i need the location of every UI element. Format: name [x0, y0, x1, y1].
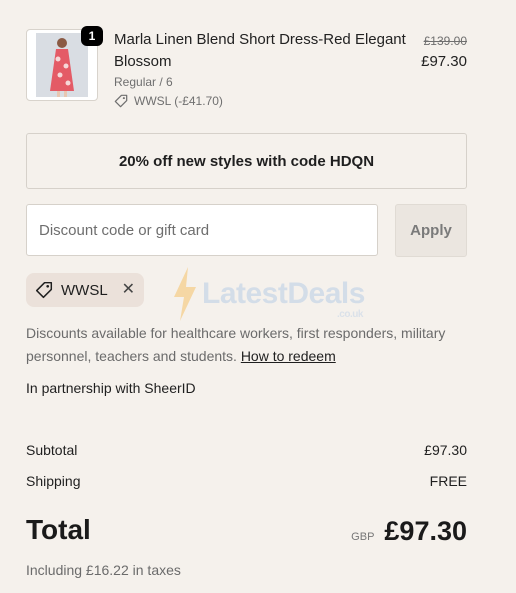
partnership-text: In partnership with SheerID	[26, 380, 196, 396]
dress-image	[36, 33, 88, 97]
quantity-badge: 1	[81, 26, 103, 46]
subtotal-label: Subtotal	[26, 442, 78, 458]
discount-code-input[interactable]	[26, 204, 378, 256]
shipping-label: Shipping	[26, 473, 81, 489]
total-amount: £97.30	[384, 516, 467, 546]
watermark-name: LatestDeals	[202, 277, 365, 310]
subtotal-value: £97.30	[424, 442, 467, 458]
item-discount: WWSL (-£41.70)	[114, 94, 223, 108]
line-price: £97.30	[421, 53, 467, 70]
item-discount-label: WWSL (-£41.70)	[134, 94, 223, 108]
apply-button[interactable]: Apply	[395, 204, 467, 257]
how-to-redeem-link[interactable]: How to redeem	[241, 348, 336, 364]
taxes-note: Including £16.22 in taxes	[26, 562, 181, 578]
eligibility-text: Discounts available for healthcare worke…	[26, 325, 446, 364]
shipping-value: FREE	[429, 473, 467, 489]
original-price: £139.00	[423, 34, 467, 48]
applied-discount-chip: WWSL ✕	[26, 273, 144, 307]
tag-icon	[114, 94, 128, 108]
total-amount-group: GBP £97.30	[351, 516, 467, 547]
applied-code-label: WWSL	[61, 281, 108, 299]
currency-code: GBP	[351, 531, 375, 543]
product-name: Marla Linen Blend Short Dress-Red Elegan…	[114, 31, 406, 70]
watermark-text: LatestDeals .co.uk	[202, 277, 365, 320]
shipping-row: Shipping FREE	[26, 473, 467, 489]
watermark-domain: .co.uk	[337, 309, 363, 320]
remove-discount-icon[interactable]: ✕	[122, 282, 135, 298]
product-variant: Regular / 6	[114, 75, 173, 89]
lightning-icon	[174, 267, 196, 321]
subtotal-row: Subtotal £97.30	[26, 442, 467, 458]
watermark: LatestDeals .co.uk	[172, 266, 365, 322]
eligibility-note: Discounts available for healthcare worke…	[26, 322, 467, 368]
total-label: Total	[26, 514, 91, 545]
promo-banner: 20% off new styles with code HDQN	[26, 133, 467, 189]
cart-line-item: 1 Marla Linen Blend Short Dress-Red Eleg…	[26, 0, 467, 128]
order-summary: 1 Marla Linen Blend Short Dress-Red Eleg…	[26, 0, 467, 578]
tag-icon	[35, 281, 53, 299]
